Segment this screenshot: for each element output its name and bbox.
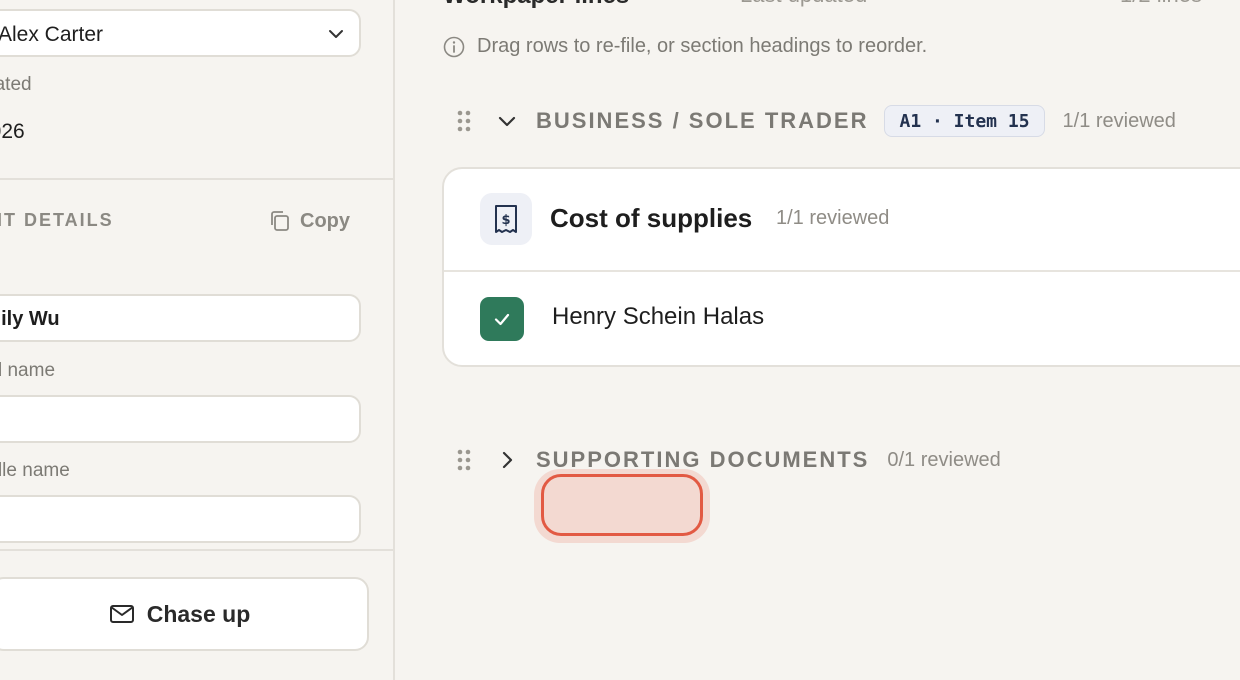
chevron-down-icon[interactable] — [496, 110, 518, 132]
assignee-select-value: Alex Carter — [0, 23, 104, 46]
divider — [0, 549, 393, 551]
drag-handle-icon[interactable] — [452, 108, 476, 134]
chevron-right-icon[interactable] — [496, 449, 518, 471]
category-title: Cost of supplies — [550, 203, 753, 233]
client-sidebar: Alex Carter Created 2026 CLIENT DETAILS … — [0, 0, 395, 680]
section-reviewed-count: 1/1 reviewed — [1062, 109, 1176, 132]
drag-hint: Drag rows to re-file, or section heading… — [443, 35, 927, 58]
lines-count: 1/2 lines — [1120, 0, 1202, 8]
first-name-value: Emily Wu — [0, 308, 60, 330]
middle-name-field[interactable] — [0, 495, 361, 543]
reviewed-checkbox[interactable] — [480, 297, 524, 341]
info-icon — [443, 36, 465, 57]
drag-handle-icon[interactable] — [452, 447, 476, 473]
chase-up-button[interactable]: Chase up — [0, 577, 369, 651]
chevron-down-icon — [329, 30, 343, 38]
chase-up-label: Chase up — [146, 600, 251, 627]
svg-text:$: $ — [501, 213, 510, 228]
copy-button[interactable]: Copy — [268, 206, 350, 236]
receipt-dollar-icon: $ — [480, 193, 532, 245]
preferred-name-field[interactable] — [0, 395, 361, 443]
first-name-field[interactable]: Emily Wu — [0, 294, 361, 342]
section-heading-supporting-documents[interactable]: SUPPORTING DOCUMENTS 0/1 reviewed — [452, 442, 1001, 478]
drop-target[interactable] — [541, 474, 703, 536]
workpaper-lines-title: Workpaper lines — [443, 0, 629, 10]
client-details-heading: CLIENT DETAILS — [0, 210, 114, 230]
section-reviewed-count: 0/1 reviewed — [887, 448, 1001, 471]
category-card: $ Cost of supplies 1/1 reviewed Henry Sc… — [442, 167, 1240, 367]
drag-hint-text: Drag rows to re-file, or section heading… — [477, 35, 928, 57]
category-reviewed-count: 1/1 reviewed — [776, 207, 890, 229]
tax-item-badge: A1 · Item 15 — [884, 105, 1045, 137]
last-updated-meta: Last updated — [740, 0, 867, 8]
line-item-label[interactable]: Henry Schein Halas — [552, 303, 764, 331]
copy-label: Copy — [300, 209, 350, 232]
section-heading-business[interactable]: BUSINESS / SOLE TRADER A1 · Item 15 1/1 … — [452, 103, 1176, 139]
created-date-value: 2026 — [0, 120, 25, 143]
status-label: Created — [0, 74, 32, 95]
copy-icon — [271, 211, 289, 231]
preferred-name-label: Preferred name — [0, 360, 56, 381]
section-title: BUSINESS / SOLE TRADER — [536, 108, 869, 133]
category-card-header[interactable]: $ Cost of supplies 1/1 reviewed — [444, 169, 1240, 272]
mail-icon — [109, 605, 134, 623]
check-icon — [494, 313, 510, 326]
assignee-select[interactable]: Alex Carter — [0, 9, 361, 57]
divider — [0, 178, 393, 180]
middle-name-label: Middle name — [0, 460, 70, 481]
